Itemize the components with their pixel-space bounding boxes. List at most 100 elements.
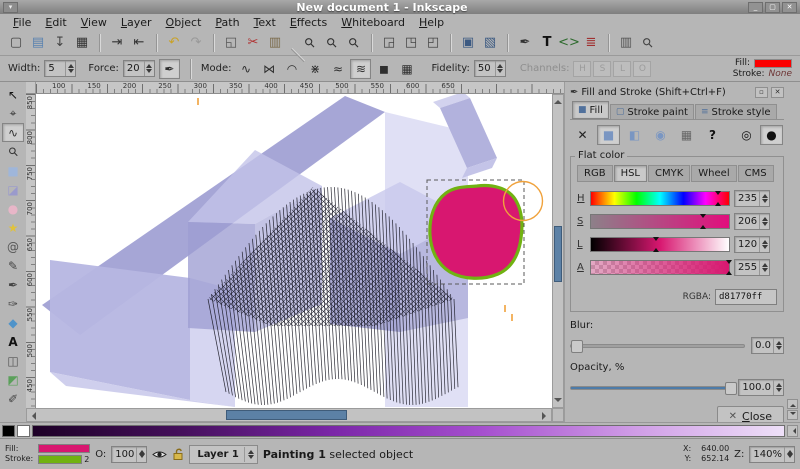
menu-item[interactable]: Help [412, 15, 451, 30]
paint-radial-gradient-button[interactable]: ◉ [649, 125, 672, 145]
layer-lock-toggle[interactable] [172, 448, 184, 460]
fill-stroke-tab[interactable]: ≡Stroke style [695, 104, 777, 119]
blur-spinner[interactable]: 0.0 [751, 337, 784, 354]
mode-repel-button[interactable]: ⋇ [304, 59, 325, 79]
mode-jitter-color-button[interactable]: ▦ [396, 59, 417, 79]
canvas-hscrollbar[interactable] [26, 408, 552, 422]
panel-close-button[interactable]: ✕ [771, 87, 784, 98]
channel-toggle[interactable]: H [573, 61, 591, 77]
undo-button[interactable]: ↶ [163, 33, 185, 53]
dropper-tool[interactable]: ✐ [2, 389, 24, 408]
xml-editor-button[interactable]: <> [558, 33, 580, 53]
fill-swatch[interactable] [754, 59, 792, 68]
paint-linear-gradient-button[interactable]: ◧ [623, 125, 646, 145]
menu-item[interactable]: Edit [38, 15, 73, 30]
pencil-tool[interactable]: ✎ [2, 256, 24, 275]
new-document-button[interactable]: ▢ [5, 33, 27, 53]
canvas-vscrollbar[interactable] [552, 94, 564, 408]
paint-unknown-button[interactable]: ? [701, 125, 724, 145]
window-menu-button[interactable]: ▾ [3, 2, 18, 13]
menu-item[interactable]: Object [159, 15, 209, 30]
spiral-tool[interactable]: @ [2, 237, 24, 256]
layer-selector-arrows[interactable] [244, 447, 254, 462]
mode-roughen-button[interactable]: ≈ [327, 59, 348, 79]
opacity-slider-handle[interactable] [725, 382, 737, 395]
fill-stroke-tab[interactable]: ▢Stroke paint [610, 104, 694, 119]
cut-button[interactable]: ✂ [242, 33, 264, 53]
redo-button[interactable]: ↷ [185, 33, 207, 53]
star-tool[interactable]: ★ [2, 218, 24, 237]
connector-tool[interactable]: ◫ [2, 351, 24, 370]
close-button[interactable]: ✕ [782, 2, 797, 13]
dock-scroll-up-button[interactable] [787, 399, 798, 409]
maximize-button[interactable]: ▢ [765, 2, 780, 13]
find-button[interactable]: ⚲ [633, 28, 663, 58]
paint-bucket-tool[interactable]: ◆ [2, 313, 24, 332]
hscroll-thumb[interactable] [226, 410, 347, 420]
canvas[interactable] [36, 94, 552, 408]
gradient-tool[interactable]: ◩ [2, 370, 24, 389]
export-button[interactable]: ⇤ [128, 33, 150, 53]
rgba-input[interactable] [715, 289, 777, 305]
text-dialog-button[interactable]: T [536, 33, 558, 53]
layer-selector[interactable]: Layer 1 [189, 445, 257, 464]
channel-toggle[interactable]: O [633, 61, 651, 77]
align-dialog-button[interactable]: ≣ [580, 33, 602, 53]
channel-toggle[interactable]: S [593, 61, 611, 77]
color-value-spinner[interactable]: 206 [734, 213, 770, 230]
open-button[interactable]: ▤ [27, 33, 49, 53]
ellipse-tool[interactable]: ● [2, 199, 24, 218]
zoom-page-button[interactable]: ⚲ [339, 28, 369, 58]
fill-stroke-tab[interactable]: ■Fill [572, 101, 609, 119]
pen-tool[interactable]: ✒ [2, 275, 24, 294]
dock-scroll-down-button[interactable] [787, 410, 798, 420]
mode-push-button[interactable]: ∿ [235, 59, 256, 79]
import-button[interactable]: ⇥ [106, 33, 128, 53]
ruler-horizontal[interactable]: 100150200250300350400450500550600650 [36, 82, 564, 94]
force-spinner[interactable]: 20 [123, 60, 155, 77]
box3d-tool[interactable]: ◪ [2, 180, 24, 199]
vscroll-thumb[interactable] [554, 226, 562, 282]
menu-item[interactable]: Whiteboard [334, 15, 412, 30]
layer-visibility-toggle[interactable] [152, 449, 167, 460]
calligraphy-tool[interactable]: ✑ [2, 294, 24, 313]
dialog-close-button[interactable]: ✕ Close [717, 406, 784, 422]
palette-swatch[interactable] [17, 425, 30, 437]
color-slider[interactable] [590, 191, 730, 206]
paint-none-button[interactable]: ✕ [571, 125, 594, 145]
create-clone-button[interactable]: ◳ [400, 33, 422, 53]
fill-rule-nonzero-button[interactable]: ● [760, 125, 783, 145]
color-space-tab[interactable]: RGB [577, 165, 613, 182]
opacity-slider[interactable] [570, 386, 732, 390]
zoom-spinner[interactable]: 140% [749, 446, 795, 463]
color-space-tab[interactable]: HSL [614, 165, 647, 182]
blur-slider[interactable] [570, 344, 745, 348]
color-value-spinner[interactable]: 255 [734, 259, 770, 276]
panel-iconify-button[interactable]: ▫ [755, 87, 768, 98]
print-button[interactable]: ▦ [71, 33, 93, 53]
palette-gradient[interactable] [32, 425, 785, 437]
selected-object[interactable] [430, 186, 522, 279]
palette-scroll-left-button[interactable] [787, 425, 798, 437]
paste-button[interactable]: ▥ [264, 33, 286, 53]
node-editor-tool[interactable]: ⌖ [2, 104, 24, 123]
duplicate-button[interactable]: ◲ [378, 33, 400, 53]
fill-rule-evenodd-button[interactable]: ◎ [735, 125, 758, 145]
mode-paint-color-button[interactable]: ◼ [373, 59, 394, 79]
color-slider[interactable] [590, 260, 730, 275]
unlink-clone-button[interactable]: ◰ [422, 33, 444, 53]
text-tool[interactable]: A [2, 332, 24, 351]
menu-item[interactable]: Layer [114, 15, 159, 30]
channel-toggle[interactable]: L [613, 61, 631, 77]
selector-tool[interactable]: ↖ [2, 85, 24, 104]
paint-pattern-button[interactable]: ▦ [675, 125, 698, 145]
paint-flat-button[interactable]: ■ [597, 125, 620, 145]
menu-item[interactable]: Text [247, 15, 283, 30]
color-space-tab[interactable]: CMS [738, 165, 774, 182]
color-space-tab[interactable]: CMYK [648, 165, 690, 182]
color-value-spinner[interactable]: 235 [734, 190, 770, 207]
blur-slider-handle[interactable] [571, 340, 583, 353]
group-button[interactable]: ▣ [457, 33, 479, 53]
menu-item[interactable]: File [6, 15, 38, 30]
current-stroke-swatch[interactable] [38, 455, 82, 464]
